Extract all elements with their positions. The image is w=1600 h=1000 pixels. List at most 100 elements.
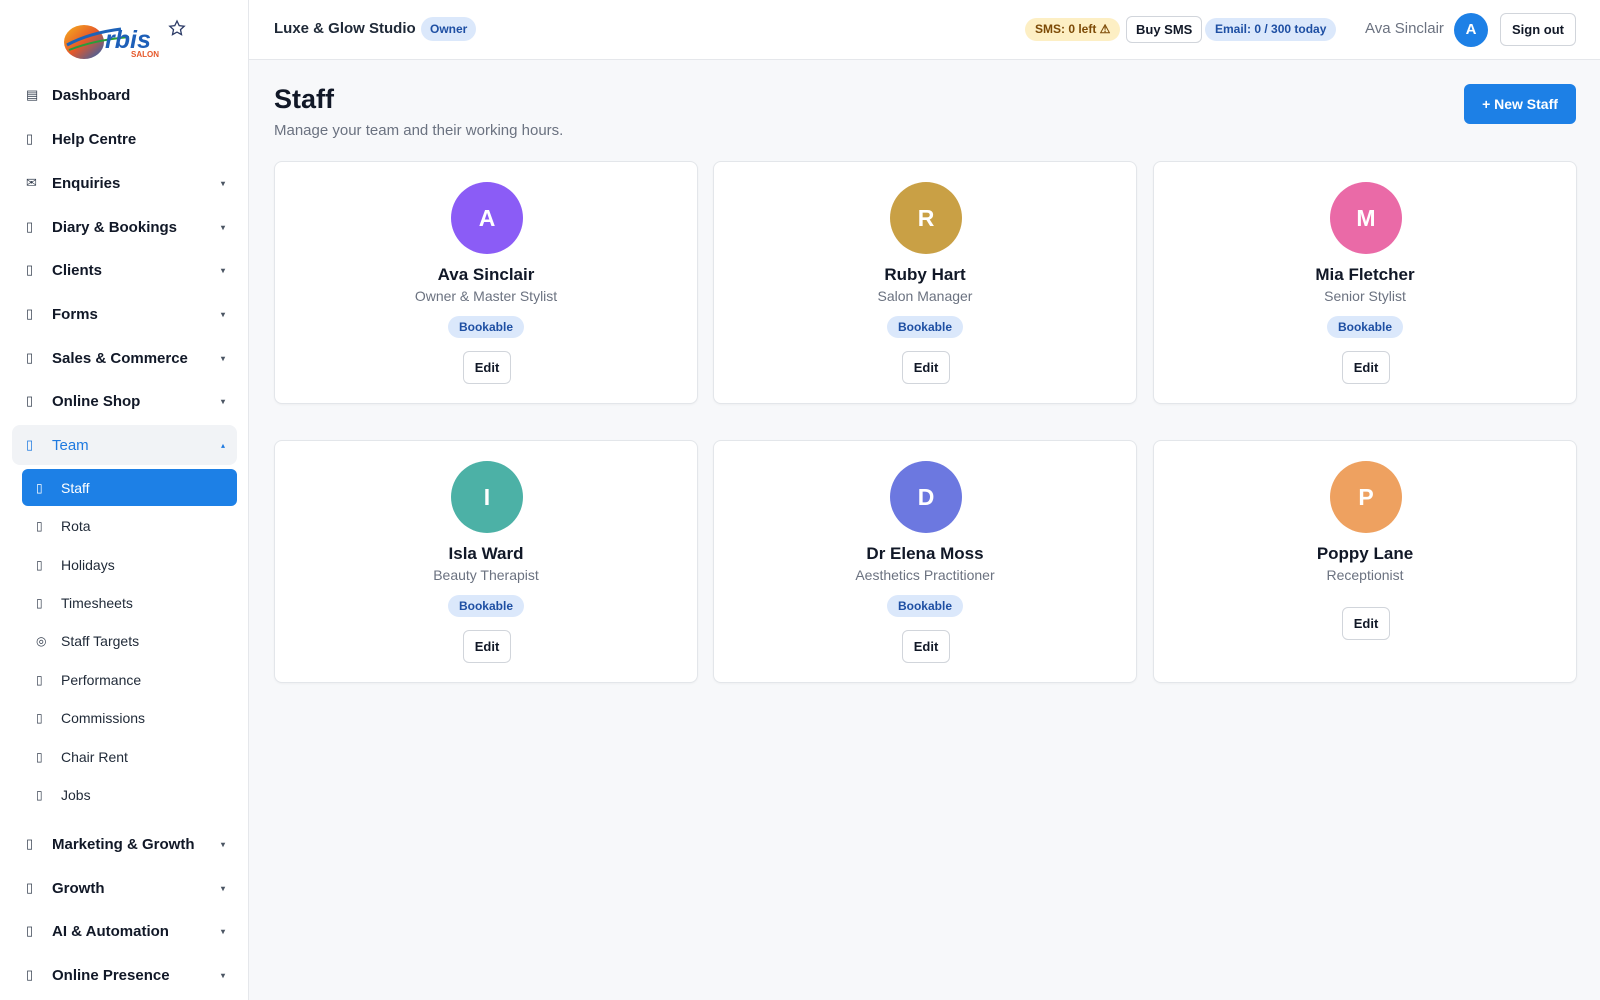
chevron-down-icon: ▾ <box>220 178 225 188</box>
edit-staff-button[interactable]: Edit <box>1342 351 1390 384</box>
jobs-icon: ▯ <box>36 787 43 802</box>
bookable-badge: Bookable <box>886 595 963 617</box>
bookable-badge: Bookable <box>447 316 524 338</box>
sidebar-item-marketing-growth[interactable]: ▯ Marketing & Growth ▾ <box>12 824 237 864</box>
sidebar-item-label: Help Centre <box>52 130 137 148</box>
sidebar-subitem-label: Staff <box>61 479 90 496</box>
sidebar-subitem-label: Timesheets <box>61 594 133 611</box>
bookable-badge-wrap: Bookable <box>714 595 1136 617</box>
sidebar-item-help-centre[interactable]: ▯ Help Centre <box>12 119 237 159</box>
rota-icon: ▯ <box>36 518 43 533</box>
edit-staff-button[interactable]: Edit <box>463 630 511 663</box>
chevron-down-icon: ▾ <box>220 839 225 849</box>
team-icon: ▯ <box>26 437 34 452</box>
bookable-badge: Bookable <box>447 595 524 617</box>
timesheets-icon: ▯ <box>36 595 43 610</box>
edit-staff-button[interactable]: Edit <box>902 351 950 384</box>
sms-status-badge: SMS: 0 left ⚠ <box>1025 18 1121 41</box>
sidebar-item-label: Online Shop <box>52 392 141 410</box>
sidebar-item-growth[interactable]: ▯ Growth ▾ <box>12 868 237 908</box>
staff-card: M Mia Fletcher Senior Stylist Bookable Edit <box>1153 161 1577 404</box>
sidebar-subitem-commissions[interactable]: ▯ Commissions <box>22 699 237 736</box>
studio-name: Luxe & Glow Studio <box>274 20 416 37</box>
sidebar-item-label: Forms <box>52 305 98 323</box>
sign-out-button[interactable]: Sign out <box>1500 13 1576 46</box>
sidebar-item-diary-bookings[interactable]: ▯ Diary & Bookings ▾ <box>12 207 237 247</box>
sidebar-item-forms[interactable]: ▯ Forms ▾ <box>12 294 237 334</box>
sidebar-subitem-label: Commissions <box>61 709 146 726</box>
edit-staff-button[interactable]: Edit <box>902 630 950 663</box>
chevron-up-icon: ▴ <box>220 440 225 450</box>
sidebar-item-label: Marketing & Growth <box>52 835 195 853</box>
orbis-salon-logo[interactable]: rbis SALON <box>0 0 248 80</box>
sidebar-item-online-presence[interactable]: ▯ Online Presence ▾ <box>12 955 237 995</box>
sidebar-item-clients[interactable]: ▯ Clients ▾ <box>12 250 237 290</box>
sidebar-subitem-holidays[interactable]: ▯ Holidays <box>22 546 237 583</box>
staff-card: I Isla Ward Beauty Therapist Bookable Edit <box>274 440 698 683</box>
sidebar-item-label: Diary & Bookings <box>52 218 178 236</box>
sidebar-item-sales-commerce[interactable]: ▯ Sales & Commerce ▾ <box>12 338 237 378</box>
sidebar-item-label: Sales & Commerce <box>52 349 188 367</box>
sidebar-subitem-rota[interactable]: ▯ Rota <box>22 507 237 544</box>
performance-icon: ▯ <box>36 672 43 687</box>
page-title: Staff <box>274 84 334 114</box>
sidebar-item-online-shop[interactable]: ▯ Online Shop ▾ <box>12 381 237 421</box>
staff-role: Senior Stylist <box>1324 288 1406 304</box>
staff-avatar: I <box>451 461 523 533</box>
sidebar-subitem-staff-targets[interactable]: ◎ Staff Targets <box>22 622 237 659</box>
staff-name: Dr Elena Moss <box>866 544 984 563</box>
email-status-badge: Email: 0 / 300 today <box>1205 18 1337 41</box>
sidebar-subitem-label: Staff Targets <box>61 632 140 649</box>
bookable-badge: Bookable <box>886 316 963 338</box>
dashboard-icon: ▤ <box>26 87 39 102</box>
staff-avatar: P <box>1330 461 1402 533</box>
edit-staff-button[interactable]: Edit <box>1342 607 1390 640</box>
calendar-icon: ▯ <box>26 219 34 234</box>
target-icon: ◎ <box>36 633 47 648</box>
chevron-down-icon: ▾ <box>220 353 225 363</box>
staff-name: Poppy Lane <box>1316 544 1414 563</box>
staff-avatar: R <box>890 182 962 254</box>
forms-icon: ▯ <box>26 306 34 321</box>
sidebar-item-label: AI & Automation <box>52 922 169 940</box>
staff-avatar: M <box>1330 182 1402 254</box>
staff-name: Isla Ward <box>448 544 524 563</box>
sidebar-item-ai-automation[interactable]: ▯ AI & Automation ▾ <box>12 911 237 951</box>
shop-icon: ▯ <box>26 393 34 408</box>
page-subtitle: Manage your team and their working hours… <box>274 122 564 139</box>
sidebar-subitem-chair-rent[interactable]: ▯ Chair Rent <box>22 738 237 775</box>
sidebar-item-enquiries[interactable]: ✉ Enquiries ▾ <box>12 163 237 203</box>
chevron-down-icon: ▾ <box>220 926 225 936</box>
sidebar-subitem-label: Holidays <box>61 556 115 573</box>
sidebar-subitem-jobs[interactable]: ▯ Jobs <box>22 776 237 813</box>
chevron-down-icon: ▾ <box>220 222 225 232</box>
chevron-down-icon: ▾ <box>220 970 225 980</box>
sidebar-item-team[interactable]: ▯ Team ▴ <box>12 425 237 465</box>
sidebar-subitem-staff[interactable]: ▯ Staff <box>22 469 237 506</box>
sidebar-subitem-timesheets[interactable]: ▯ Timesheets <box>22 584 237 621</box>
top-bar: Luxe & Glow Studio Owner SMS: 0 left ⚠ B… <box>249 0 1600 60</box>
staff-card: D Dr Elena Moss Aesthetics Practitioner Boo… <box>713 440 1137 683</box>
staff-avatar: A <box>451 182 523 254</box>
sidebar-item-label: Online Presence <box>52 966 170 984</box>
user-avatar[interactable]: A <box>1454 13 1488 47</box>
sidebar-item-label: Growth <box>52 879 105 897</box>
sidebar-item-dashboard[interactable]: ▤ Dashboard <box>12 75 237 115</box>
staff-name: Mia Fletcher <box>1315 265 1415 284</box>
new-staff-button[interactable]: + New Staff <box>1464 84 1576 124</box>
staff-name: Ruby Hart <box>884 265 966 284</box>
edit-staff-button[interactable]: Edit <box>463 351 511 384</box>
bookable-badge-wrap: Bookable <box>1154 316 1576 338</box>
sidebar-subitem-label: Rota <box>61 517 91 534</box>
staff-role: Beauty Therapist <box>433 567 539 583</box>
staff-role: Receptionist <box>1326 567 1404 583</box>
sidebar-subitem-label: Chair Rent <box>61 748 128 765</box>
bookable-badge-wrap: Bookable <box>275 316 697 338</box>
holidays-icon: ▯ <box>36 557 43 572</box>
buy-sms-button[interactable]: Buy SMS <box>1126 16 1203 43</box>
sidebar-subitem-performance[interactable]: ▯ Performance <box>22 661 237 698</box>
chevron-down-icon: ▾ <box>220 309 225 319</box>
bookable-badge-wrap: Bookable <box>714 316 1136 338</box>
sidebar-subitem-label: Jobs <box>61 786 91 803</box>
chevron-down-icon: ▾ <box>220 265 225 275</box>
